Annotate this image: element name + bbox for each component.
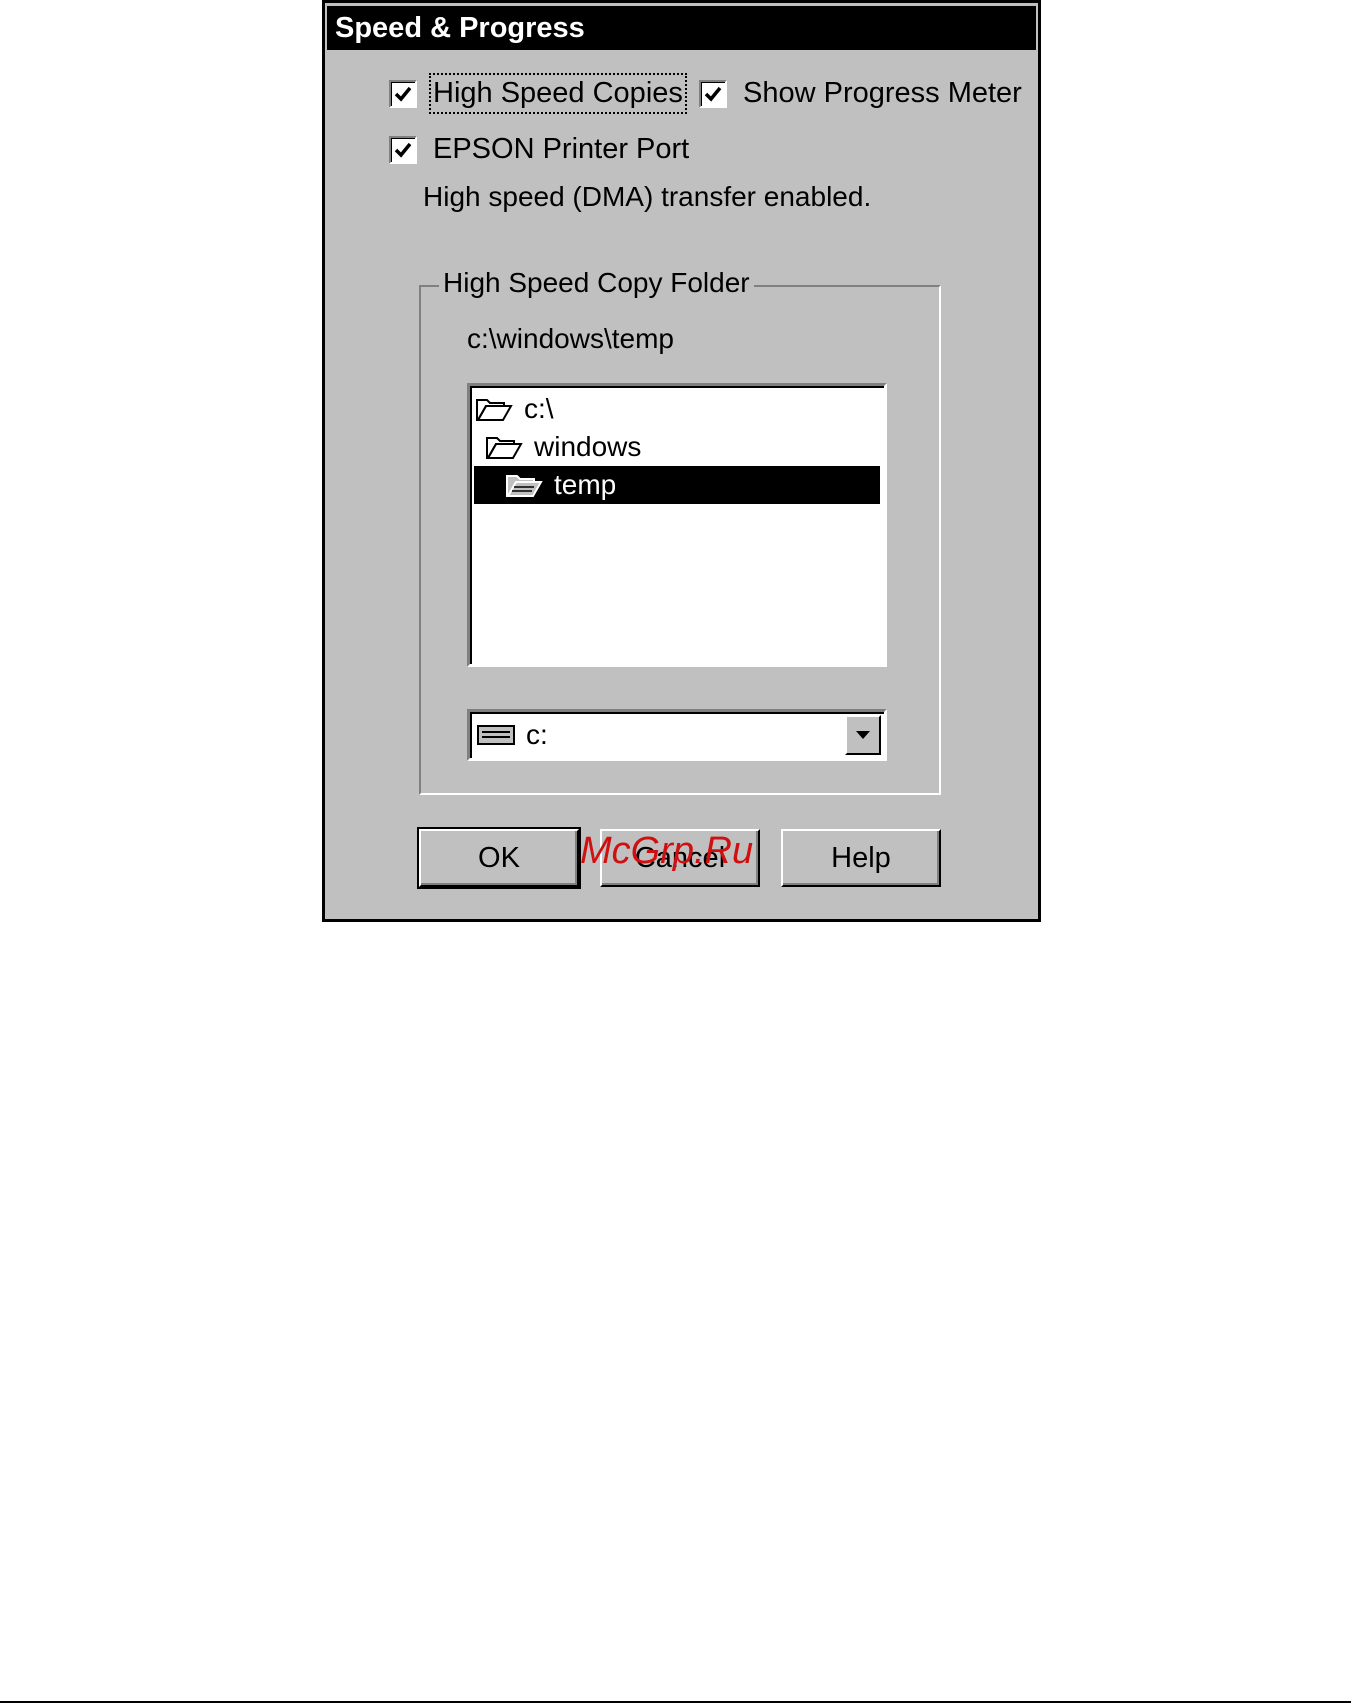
checkmark-icon <box>389 79 417 108</box>
folder-item-label: temp <box>554 469 617 500</box>
epson-printer-port-checkbox[interactable]: EPSON Printer Port <box>389 133 689 166</box>
help-button[interactable]: Help <box>781 829 941 887</box>
drive-icon <box>477 725 515 745</box>
folder-item-temp[interactable]: temp <box>474 466 880 504</box>
checkmark-icon <box>699 79 727 108</box>
dma-status-text: High speed (DMA) transfer enabled. <box>423 181 872 212</box>
show-progress-meter-label: Show Progress Meter <box>743 77 1022 109</box>
show-progress-meter-checkbox[interactable]: Show Progress Meter <box>699 77 1022 110</box>
folder-item-label: windows <box>534 431 642 462</box>
triangle-down-icon <box>856 731 870 739</box>
page-divider <box>0 1701 1351 1703</box>
folder-item-root[interactable]: c:\ <box>474 390 880 428</box>
high-speed-copies-checkbox[interactable]: High Speed Copies <box>389 73 687 114</box>
dropdown-button[interactable] <box>845 715 881 755</box>
dialog-title: Speed & Progress <box>327 6 1036 50</box>
high-speed-copies-label: High Speed Copies <box>429 73 687 114</box>
epson-printer-port-label: EPSON Printer Port <box>433 133 690 165</box>
drive-value: c: <box>526 719 548 750</box>
folder-item-windows[interactable]: windows <box>474 428 880 466</box>
drive-select[interactable]: c: <box>467 709 887 761</box>
high-speed-copy-folder-group: High Speed Copy Folder c:\windows\temp c… <box>419 267 941 795</box>
folder-tree-listbox[interactable]: c:\ windows temp <box>467 383 887 667</box>
group-legend: High Speed Copy Folder <box>439 267 754 299</box>
speed-progress-dialog: Speed & Progress High Speed Copies Show … <box>322 0 1041 922</box>
folder-item-label: c:\ <box>524 393 554 424</box>
checkmark-icon <box>389 135 417 164</box>
open-folder-icon <box>486 437 523 459</box>
current-path-text: c:\windows\temp <box>467 323 674 354</box>
watermark-text: McGrp.Ru <box>580 830 754 872</box>
ok-button[interactable]: OK <box>417 827 581 889</box>
open-folder-icon <box>476 399 513 421</box>
open-folder-icon <box>506 475 543 497</box>
